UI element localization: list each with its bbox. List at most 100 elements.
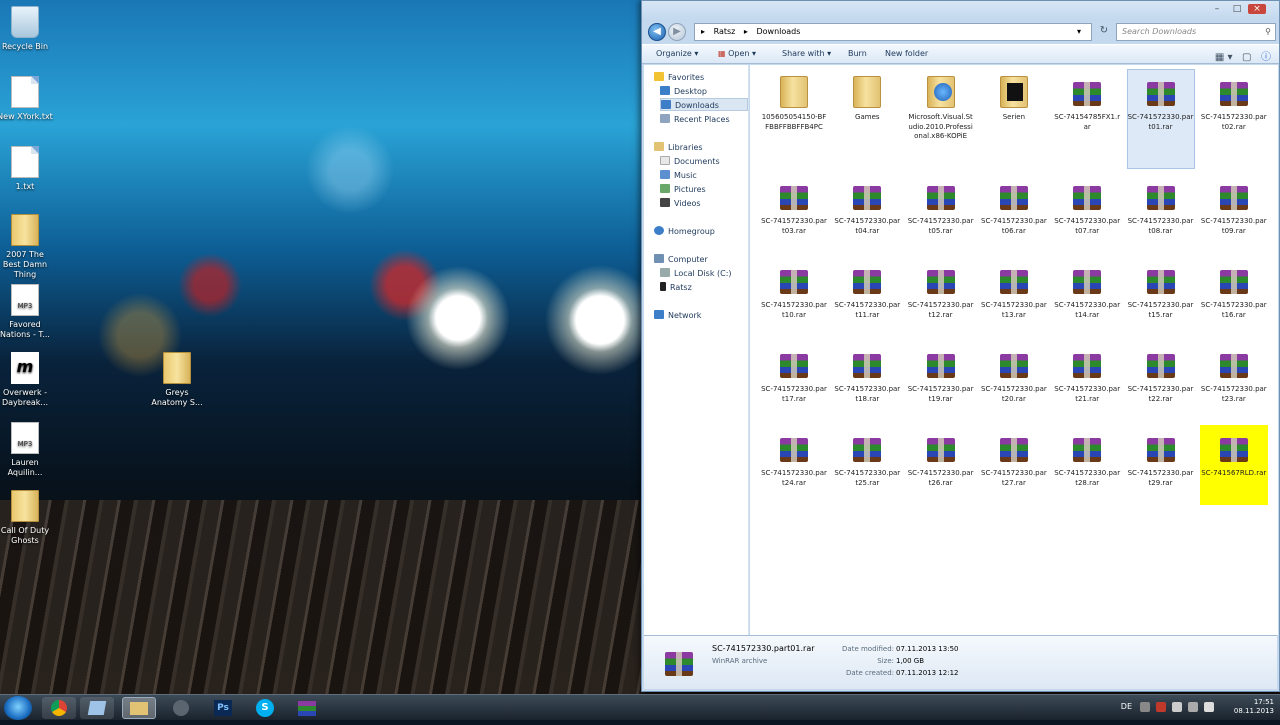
file-item[interactable]: SC-741572330.part14.rar	[1053, 257, 1121, 337]
nav-label: Music	[674, 171, 697, 180]
forward-arrow-icon[interactable]: ▶	[668, 23, 686, 41]
winrar-taskbar-icon[interactable]	[290, 697, 324, 719]
tray-chevron-icon[interactable]	[1140, 702, 1150, 712]
file-item[interactable]: SC-741572330.part11.rar	[833, 257, 901, 337]
nav-videos[interactable]: Videos	[660, 197, 764, 210]
nav-music[interactable]: Music	[660, 169, 764, 182]
nav-documents[interactable]: Documents	[660, 155, 764, 168]
new-folder-button[interactable]: New folder	[885, 49, 928, 58]
file-item[interactable]: SC-741572330.part06.rar	[980, 173, 1048, 253]
chrome-taskbar-icon[interactable]	[42, 697, 76, 719]
skype-taskbar-icon[interactable]: S	[248, 697, 282, 719]
nav-ratsz[interactable]: Ratsz	[660, 281, 764, 294]
desktop-icon-item[interactable]: MP3 Favored Nations - T...	[0, 284, 54, 340]
winrar-archive-icon	[1071, 432, 1103, 466]
file-item[interactable]: SC-741572330.part10.rar	[760, 257, 828, 337]
file-item[interactable]: SC-741572330.part28.rar	[1053, 425, 1121, 505]
file-item[interactable]: SC-741572330.part25.rar	[833, 425, 901, 505]
explorer-taskbar-icon[interactable]	[122, 697, 156, 719]
file-item[interactable]: SC-741572330.part01.rar	[1126, 69, 1195, 169]
breadcrumb-downloads[interactable]: Downloads	[756, 27, 800, 36]
chevron-down-icon[interactable]: ▾	[1077, 24, 1081, 40]
desktop-icon-item[interactable]: Greys Anatomy S...	[148, 352, 206, 408]
open-button[interactable]: ▦ Open ▾	[718, 49, 756, 58]
desktop-icon-item[interactable]: Call Of Duty Ghosts	[0, 490, 54, 546]
file-item[interactable]: SC-741572330.part02.rar	[1200, 69, 1268, 169]
close-icon[interactable]: ×	[1248, 4, 1266, 14]
language-indicator[interactable]: DE	[1121, 702, 1132, 711]
desktop-icon-item[interactable]: MP3 Lauren Aquilin...	[0, 422, 54, 478]
winrar-archive-icon	[1145, 348, 1177, 382]
clock[interactable]: 17:51 08.11.2013	[1234, 698, 1274, 716]
file-item[interactable]: SC-741572330.part03.rar	[760, 173, 828, 253]
nav-recent-places[interactable]: Recent Places	[660, 113, 764, 126]
file-item[interactable]: SC-741572330.part07.rar	[1053, 173, 1121, 253]
nav-homegroup[interactable]: Homegroup	[654, 225, 758, 238]
nav-network[interactable]: Network	[654, 309, 758, 322]
mp3-file-icon: MP3	[11, 422, 39, 454]
tray-icon[interactable]	[1188, 702, 1198, 712]
nav-desktop[interactable]: Desktop	[660, 85, 764, 98]
app-taskbar-icon[interactable]	[80, 697, 114, 719]
file-item[interactable]: SC-741572330.part21.rar	[1053, 341, 1121, 421]
nav-pictures[interactable]: Pictures	[660, 183, 764, 196]
file-item[interactable]: SC-741572330.part24.rar	[760, 425, 828, 505]
start-orb-icon[interactable]	[4, 696, 32, 720]
file-item[interactable]: SC-741572330.part29.rar	[1127, 425, 1195, 505]
help-icon[interactable]: ⓘ	[1261, 52, 1271, 63]
file-item[interactable]: SC-741572330.part19.rar	[907, 341, 975, 421]
desktop-icon-item[interactable]: 1.txt	[0, 146, 54, 192]
desktop-icon-item[interactable]: New XYork.txt	[0, 76, 54, 122]
share-with-button[interactable]: Share with ▾	[782, 49, 831, 58]
address-field[interactable]: ▸ Ratsz ▸ Downloads ▾	[694, 23, 1092, 41]
desktop-icon-item[interactable]: Recycle Bin	[0, 6, 54, 52]
file-item[interactable]: SC-741572330.part22.rar	[1127, 341, 1195, 421]
nav-libraries[interactable]: Libraries	[654, 141, 758, 154]
search-icon[interactable]: ⚲	[1265, 24, 1271, 40]
file-item[interactable]: SC-741572330.part08.rar	[1127, 173, 1195, 253]
nav-computer[interactable]: Computer	[654, 253, 758, 266]
folder-item[interactable]: 105605054150-BFFBBFFBBFFB4PC	[760, 69, 828, 169]
network-tray-icon[interactable]	[1172, 702, 1182, 712]
title-bar[interactable]: – □ ×	[642, 1, 1279, 21]
back-arrow-icon[interactable]: ◀	[648, 23, 666, 41]
winrar-archive-icon	[778, 264, 810, 298]
file-item[interactable]: SC-741572330.part27.rar	[980, 425, 1048, 505]
file-item[interactable]: SC-74154785FX1.rar	[1053, 69, 1121, 169]
nav-downloads[interactable]: Downloads	[660, 98, 748, 111]
file-item[interactable]: SC-741572330.part23.rar	[1200, 341, 1268, 421]
file-item[interactable]: SC-741572330.part20.rar	[980, 341, 1048, 421]
file-item[interactable]: SC-741572330.part15.rar	[1127, 257, 1195, 337]
file-item[interactable]: SC-741572330.part12.rar	[907, 257, 975, 337]
view-options-icon[interactable]: ▦ ▾ ▢ ⓘ	[1215, 48, 1271, 63]
file-item[interactable]: SC-741572330.part16.rar	[1200, 257, 1268, 337]
file-item[interactable]: SC-741572330.part04.rar	[833, 173, 901, 253]
file-item[interactable]: SC-741567RLD.rar	[1199, 425, 1268, 505]
maximize-icon[interactable]: □	[1228, 4, 1246, 14]
file-item[interactable]: SC-741572330.part09.rar	[1200, 173, 1268, 253]
burn-button[interactable]: Burn	[848, 49, 867, 58]
steam-taskbar-icon[interactable]	[164, 697, 198, 719]
desktop-icon-item[interactable]: m Overwerk - Daybreak...	[0, 352, 54, 408]
search-input[interactable]: Search Downloads ⚲	[1116, 23, 1276, 41]
minimize-icon[interactable]: –	[1208, 4, 1226, 14]
tray-app-icon[interactable]	[1156, 702, 1166, 712]
breadcrumb-ratsz[interactable]: Ratsz	[714, 27, 736, 36]
winrar-archive-icon	[1071, 180, 1103, 214]
nav-local-disk[interactable]: Local Disk (C:)	[660, 267, 764, 280]
file-item[interactable]: SC-741572330.part18.rar	[833, 341, 901, 421]
folder-item[interactable]: Games	[833, 69, 901, 169]
folder-item[interactable]: Microsoft.Visual.Studio.2010.Professiona…	[907, 69, 975, 169]
organize-button[interactable]: Organize ▾	[656, 49, 698, 58]
refresh-icon[interactable]: ↻	[1096, 23, 1112, 41]
volume-icon[interactable]	[1204, 702, 1214, 712]
file-item[interactable]: SC-741572330.part13.rar	[980, 257, 1048, 337]
file-item[interactable]: SC-741572330.part26.rar	[907, 425, 975, 505]
nav-favorites[interactable]: Favorites	[654, 71, 758, 84]
desktop-icon-label: 2007 The Best Damn Thing	[2, 250, 48, 279]
photoshop-taskbar-icon[interactable]: Ps	[206, 697, 240, 719]
file-item[interactable]: SC-741572330.part05.rar	[907, 173, 975, 253]
file-item[interactable]: SC-741572330.part17.rar	[760, 341, 828, 421]
desktop-icon-item[interactable]: 2007 The Best Damn Thing	[0, 214, 54, 280]
folder-item[interactable]: Serien	[980, 69, 1048, 169]
